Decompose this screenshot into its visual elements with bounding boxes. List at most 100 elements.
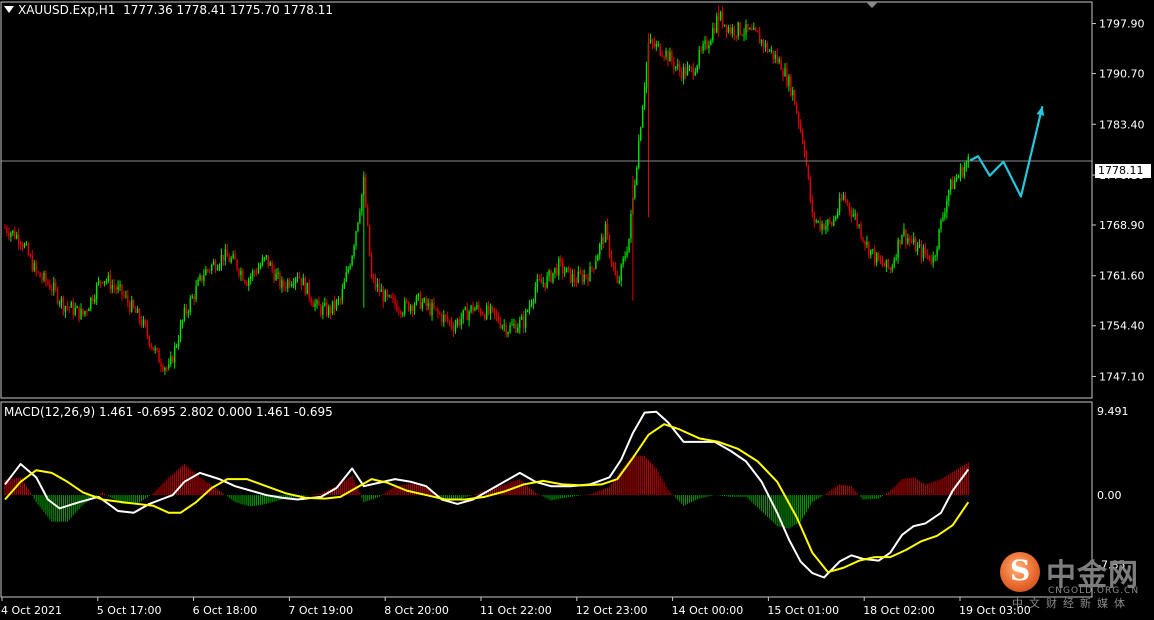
candle-body	[417, 293, 420, 296]
candle-body	[316, 300, 318, 304]
candle-body	[546, 275, 548, 288]
candle-body	[238, 269, 240, 276]
price-axis: 1797.901790.701783.401776.101768.901761.…	[1092, 18, 1145, 383]
candle-body	[136, 308, 139, 313]
candle-body	[517, 327, 519, 333]
candle-body	[8, 233, 10, 237]
symbol-info[interactable]: XAUUSD.Exp,H1 1777.36 1778.41 1775.70 17…	[4, 3, 333, 17]
candle-body	[203, 275, 205, 282]
time-tick-label: 11 Oct 22:00	[480, 604, 552, 617]
candle-body	[318, 300, 320, 306]
candle-body	[595, 261, 597, 269]
candle-body	[97, 280, 100, 285]
candle-body	[312, 303, 314, 307]
candle-body	[443, 314, 445, 323]
candle-body	[357, 222, 359, 232]
candle-body	[493, 308, 496, 314]
candle-body	[289, 280, 291, 287]
candle-body	[499, 322, 501, 328]
candle-body	[246, 282, 248, 286]
candle-body	[119, 284, 121, 286]
candle-body	[967, 156, 969, 163]
candle-body	[560, 258, 562, 262]
candle-body	[934, 255, 936, 257]
candle-body	[331, 300, 334, 314]
candle-body	[308, 282, 310, 298]
candle-body	[482, 314, 484, 316]
candle-body	[74, 308, 76, 315]
cngold-logo-icon: S	[1000, 552, 1040, 592]
candle-body	[540, 279, 542, 284]
watermark-sub: 中文财经新媒体	[1012, 597, 1131, 610]
candle-body	[772, 50, 774, 59]
candle-body	[655, 44, 657, 47]
candle-body	[177, 340, 180, 346]
candle-body	[513, 323, 515, 325]
candle-body	[94, 299, 96, 302]
candle-body	[343, 281, 345, 289]
candle-body	[854, 214, 856, 216]
candle-body	[710, 40, 712, 46]
symbol-label: XAUUSD.Exp,H1	[18, 3, 116, 17]
candle-body	[446, 316, 449, 321]
candle-body	[661, 55, 663, 57]
candle-body	[476, 304, 478, 309]
candle-body	[411, 305, 414, 311]
dropdown-triangle-icon[interactable]	[4, 6, 14, 13]
candle-body	[952, 179, 954, 189]
candle-body	[12, 230, 14, 234]
candle-body	[19, 243, 22, 245]
candle-body	[281, 280, 283, 288]
candle-body	[29, 254, 32, 256]
candle-body	[891, 266, 893, 270]
candle-body	[942, 217, 944, 221]
candle-body	[368, 224, 371, 256]
candle-body	[230, 258, 232, 262]
candle-body	[708, 45, 710, 49]
candle-body	[538, 279, 540, 281]
candle-body	[702, 44, 704, 51]
candle-layer	[1, 5, 1092, 376]
candle-body	[626, 251, 628, 257]
candle-body	[526, 310, 529, 312]
candle-body	[893, 259, 895, 267]
candle-body	[55, 282, 57, 289]
candle-body	[25, 243, 28, 245]
candle-body	[111, 285, 113, 290]
candle-body	[298, 276, 301, 279]
candle-body	[160, 362, 162, 367]
candle-body	[831, 222, 833, 226]
candle-body	[651, 39, 654, 44]
candle-body	[743, 34, 745, 36]
candle-body	[279, 272, 281, 288]
candle-body	[827, 219, 829, 226]
candle-body	[310, 297, 312, 304]
candle-body	[248, 279, 250, 286]
candle-body	[636, 167, 638, 185]
candle-body	[807, 165, 810, 178]
candle-body	[326, 302, 328, 316]
candle-body	[60, 297, 63, 303]
time-tick-label: 18 Oct 02:00	[863, 604, 935, 617]
candle-body	[497, 315, 500, 323]
candle-body	[905, 229, 907, 243]
candle-body	[556, 267, 558, 276]
candle-body	[175, 345, 178, 347]
candle-body	[68, 306, 71, 308]
price-chart[interactable]: 1797.901790.701783.401776.101768.901761.…	[0, 0, 1154, 620]
candle-body	[304, 277, 306, 295]
candle-body	[606, 223, 609, 236]
candle-body	[778, 59, 780, 63]
candle-body	[940, 220, 942, 229]
candle-body	[569, 268, 572, 283]
candle-body	[877, 253, 880, 261]
candle-body	[158, 350, 160, 363]
candle-body	[10, 233, 12, 237]
macd-layer: 9.4910.00-7.85	[4, 405, 1129, 579]
candle-body	[372, 277, 375, 279]
candle-body	[376, 283, 379, 288]
candle-body	[901, 235, 903, 245]
candle-body	[844, 195, 847, 201]
candle-body	[821, 223, 823, 230]
candle-body	[815, 220, 817, 222]
